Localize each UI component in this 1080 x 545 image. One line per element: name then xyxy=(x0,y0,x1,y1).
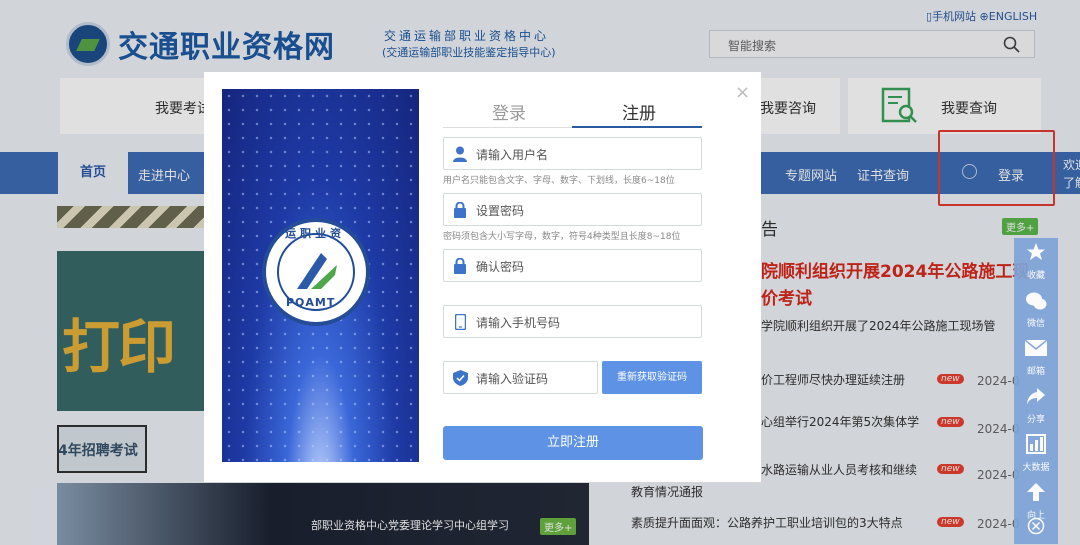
arrow-up-icon xyxy=(1027,483,1045,501)
side-label: 邮箱 xyxy=(1026,367,1045,377)
wechat-icon xyxy=(1026,292,1047,310)
phone-placeholder: 请输入手机号码 xyxy=(476,316,561,330)
captcha-field[interactable]: 请输入验证码 xyxy=(443,361,598,394)
lock-icon xyxy=(454,202,466,218)
password-hint: 密码须包含大小写字母，数字，符号4种类型且长度8~18位 xyxy=(443,232,681,242)
side-bigdata[interactable]: 大数据 xyxy=(1014,430,1058,478)
close-circle-icon[interactable] xyxy=(1027,517,1045,535)
username-field[interactable]: 请输入用户名 xyxy=(443,137,702,170)
register-button[interactable]: 立即注册 xyxy=(443,426,703,460)
confirm-placeholder: 确认密码 xyxy=(476,260,525,274)
password-field[interactable]: 设置密码 xyxy=(443,193,702,226)
confirm-password-field[interactable]: 确认密码 xyxy=(443,249,702,282)
shield-icon xyxy=(453,370,468,386)
share-icon xyxy=(1027,388,1045,405)
captcha-placeholder: 请输入验证码 xyxy=(476,372,549,386)
side-toolbar: 收藏 微信 邮箱 分享 大数据 向上 xyxy=(1014,238,1058,544)
mail-icon xyxy=(1025,340,1047,356)
side-label: 微信 xyxy=(1026,319,1045,329)
phone-field[interactable]: 请输入手机号码 xyxy=(443,305,702,338)
emblem-bottom-text: PQAMT xyxy=(286,296,336,309)
username-hint: 用户名只能包含文字、字母、数字、下划线，长度6~18位 xyxy=(443,176,675,186)
side-favorite[interactable]: 收藏 xyxy=(1014,238,1058,286)
emblem-mark xyxy=(297,253,337,289)
side-mail[interactable]: 邮箱 xyxy=(1014,334,1058,382)
username-placeholder: 请输入用户名 xyxy=(476,148,549,162)
phone-icon xyxy=(455,314,466,330)
user-icon xyxy=(453,146,467,162)
lock-icon xyxy=(454,258,466,274)
side-label: 大数据 xyxy=(1022,463,1050,473)
password-placeholder: 设置密码 xyxy=(476,204,525,218)
emblem-top-text: 运职业资 xyxy=(285,227,345,240)
side-label: 收藏 xyxy=(1026,271,1045,281)
tab-active-indicator xyxy=(572,126,702,128)
side-wechat[interactable]: 微信 xyxy=(1014,286,1058,334)
side-label: 分享 xyxy=(1026,415,1045,425)
close-icon[interactable]: × xyxy=(735,82,750,103)
star-icon xyxy=(1027,243,1045,260)
tab-register[interactable]: 注册 xyxy=(622,99,656,124)
side-share[interactable]: 分享 xyxy=(1014,382,1058,430)
get-captcha-button[interactable]: 重新获取验证码 xyxy=(602,361,702,394)
chart-icon xyxy=(1026,434,1046,454)
tab-login[interactable]: 登录 xyxy=(492,99,526,124)
